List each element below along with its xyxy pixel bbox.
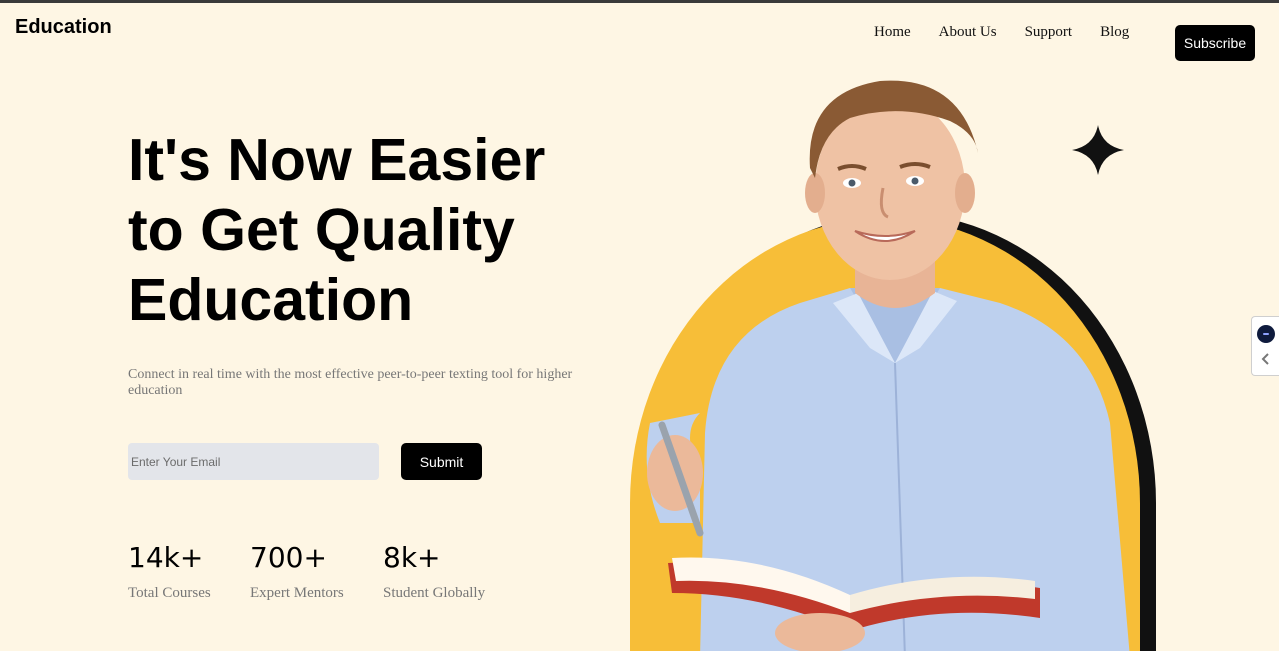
side-widget	[1251, 316, 1279, 376]
hero-title: It's Now Easier to Get Quality Education	[128, 125, 598, 335]
nav-blog[interactable]: Blog	[1100, 24, 1129, 41]
hero-subtitle: Connect in real time with the most effec…	[128, 367, 573, 398]
person-ear-right	[955, 173, 975, 213]
hero-illustration	[630, 80, 1156, 655]
chat-widget-icon[interactable]	[1257, 325, 1275, 343]
nav-home[interactable]: Home	[874, 24, 911, 41]
four-point-star-icon	[1072, 125, 1124, 175]
stat-label: Student Globally	[383, 585, 486, 601]
stat-total-courses: 14k+ Total Courses	[128, 539, 211, 602]
stat-label: Total Courses	[128, 585, 211, 601]
stat-label: Expert Mentors	[250, 585, 344, 601]
person-ear-left	[805, 173, 825, 213]
main-nav: Home About Us Support Blog	[874, 24, 1129, 41]
landing-page: Education Home About Us Support Blog Sub…	[0, 0, 1279, 655]
submit-button[interactable]: Submit	[401, 443, 482, 480]
subscribe-button[interactable]: Subscribe	[1175, 25, 1255, 61]
left-hand	[647, 435, 703, 511]
pupil-right	[911, 177, 919, 185]
stat-value: 8k+	[383, 541, 441, 574]
stat-value: 700+	[250, 541, 327, 574]
bottom-divider	[0, 651, 1279, 655]
hero-title-line-3: Education	[128, 267, 414, 333]
email-input[interactable]	[128, 443, 379, 480]
chevron-left-icon[interactable]	[1258, 351, 1274, 367]
brand-logo[interactable]: Education	[15, 16, 112, 39]
hero-title-line-2: to Get Quality	[128, 197, 515, 263]
stat-expert-mentors: 700+ Expert Mentors	[250, 539, 344, 602]
nav-about-us[interactable]: About Us	[939, 24, 997, 41]
hero-title-line-1: It's Now Easier	[128, 127, 546, 193]
stat-student-globally: 8k+ Student Globally	[383, 539, 485, 602]
stat-value: 14k+	[128, 541, 204, 574]
right-hand	[775, 613, 865, 653]
nav-support[interactable]: Support	[1025, 24, 1073, 41]
pupil-left	[848, 179, 856, 187]
